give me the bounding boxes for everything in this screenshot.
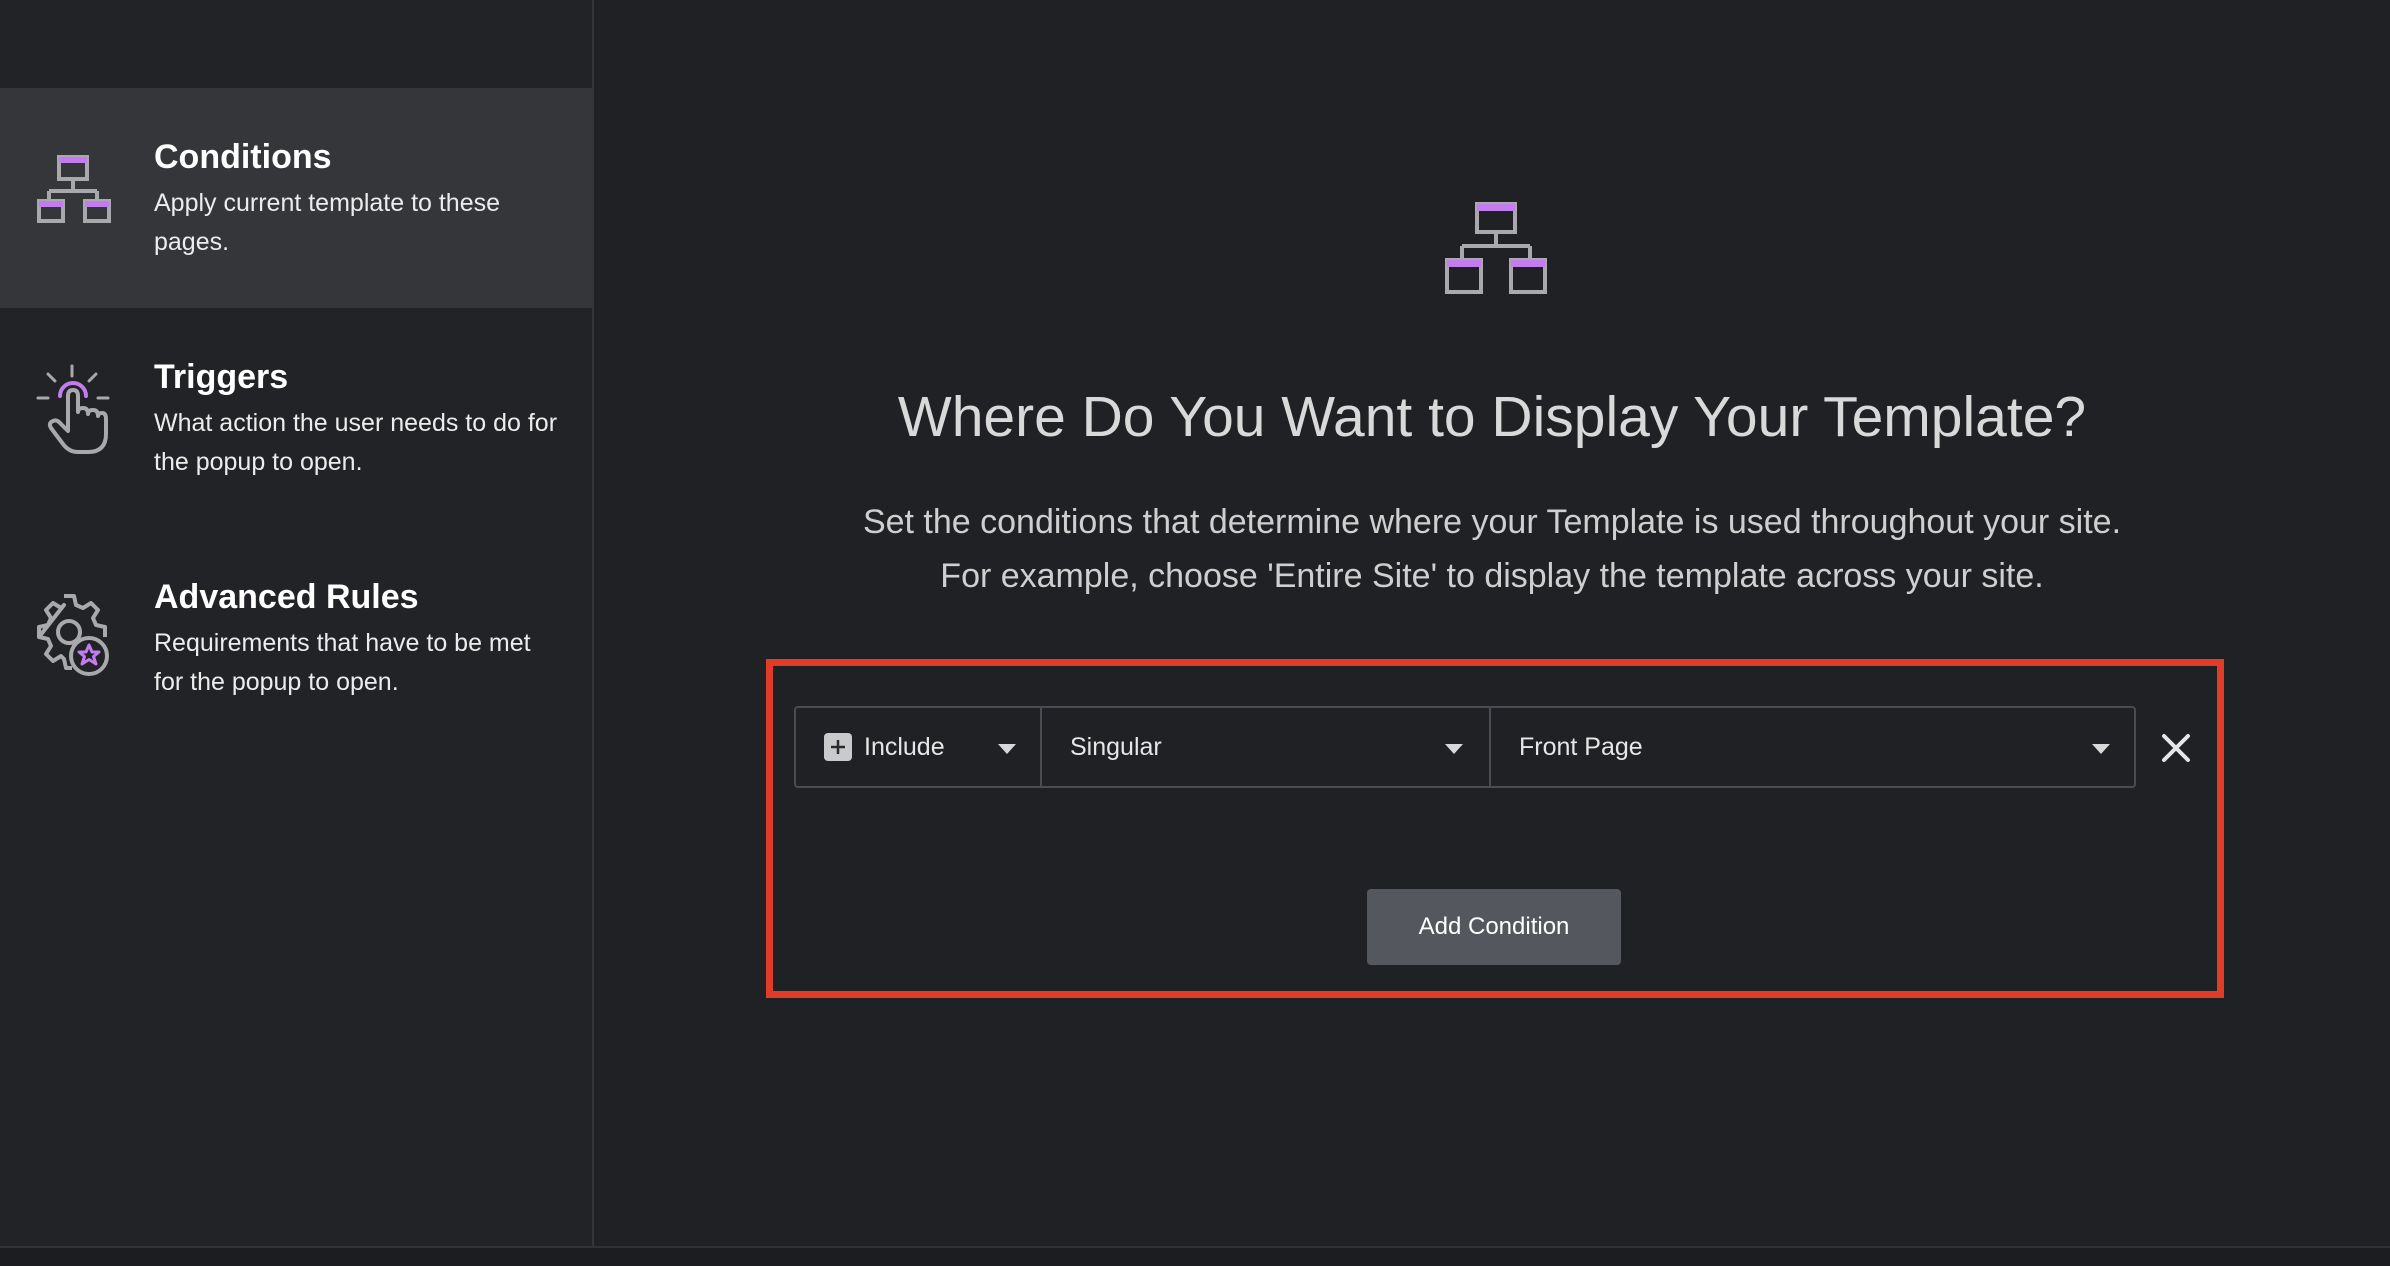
page-title: Where Do You Want to Display Your Templa… [897, 385, 2087, 449]
hand-click-icon [36, 364, 110, 454]
sidebar-item-description: Requirements that have to be met for the… [154, 629, 531, 696]
condition-target-select[interactable]: Front Page [1489, 708, 2134, 786]
sidebar-item-title: Advanced Rules [154, 578, 419, 616]
page-subtitle-line-2: For example, choose 'Entire Site' to dis… [940, 557, 2044, 595]
plus-icon [824, 733, 852, 761]
sitemap-icon [1445, 202, 1547, 294]
add-condition-button[interactable]: Add Condition [1367, 889, 1621, 965]
page-subtitle-line-1: Set the conditions that determine where … [862, 503, 2122, 541]
condition-group-select[interactable]: Singular [1040, 708, 1489, 786]
condition-target-label: Front Page [1519, 732, 1643, 761]
chevron-down-icon [1445, 744, 1463, 754]
condition-type-label: Include [864, 732, 945, 761]
sidebar-item-description: What action the user needs to do for the… [154, 409, 558, 476]
sidebar-item-description: Apply current template to these pages. [154, 189, 501, 256]
condition-group-label: Singular [1070, 732, 1162, 761]
sidebar-item-advanced-rules[interactable]: Advanced Rules Requirements that have to… [0, 528, 592, 748]
gear-star-icon [37, 594, 109, 676]
close-icon[interactable] [2156, 728, 2196, 768]
bottom-bar [0, 1246, 2390, 1266]
condition-row: Include Singular Front Page [794, 706, 2136, 788]
chevron-down-icon [2092, 744, 2110, 754]
sidebar-item-triggers[interactable]: Triggers What action the user needs to d… [0, 308, 592, 528]
sidebar-item-conditions[interactable]: Conditions Apply current template to the… [0, 88, 592, 308]
chevron-down-icon [998, 744, 1016, 754]
sitemap-icon [37, 155, 111, 223]
condition-type-select[interactable]: Include [796, 708, 1040, 786]
sidebar-item-title: Triggers [154, 358, 289, 396]
sidebar: Conditions Apply current template to the… [0, 0, 594, 1246]
sidebar-item-title: Conditions [154, 138, 332, 176]
